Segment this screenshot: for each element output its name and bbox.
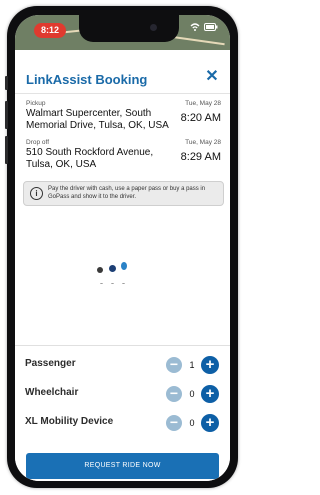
phone-volume-up [5,101,8,129]
dropoff-label: Drop off [26,139,50,146]
header-divider [15,93,230,94]
passenger-count: 1 [189,360,195,370]
dropoff-date: Tue, May 28 [185,139,221,146]
wheelchair-count: 0 [189,389,195,399]
phone-notch [79,15,179,42]
status-time: 8:12 [34,23,67,38]
wifi-icon [190,23,200,31]
camera-icon [150,24,157,31]
passenger-label: Passenger [25,358,76,369]
loading-dot-shadow [122,283,125,284]
pickup-date: Tue, May 28 [185,100,221,107]
payment-note-text: Pay the driver with cash, use a paper pa… [48,186,206,200]
pickup-time: 8:20 AM [180,112,221,124]
pickup-address: Walmart Supercenter, South Memorial Driv… [26,108,169,131]
phone-screen: 8:12 LinkAssist Booking ✕ Pickup Walmart… [15,15,230,481]
request-ride-button[interactable]: REQUEST RIDE NOW [26,453,219,479]
xl-mobility-label: XL Mobility Device [25,416,114,427]
loading-dot [121,262,127,270]
xl-mobility-row: XL Mobility Device − 0 + [15,411,230,435]
payment-note: i Pay the driver with cash, use a paper … [23,181,224,206]
wheelchair-row: Wheelchair − 0 + [15,382,230,406]
loading-dot-shadow [100,283,103,284]
xl-mobility-minus-button[interactable]: − [166,415,182,431]
xl-mobility-plus-button[interactable]: + [201,414,219,432]
dropoff-time: 8:29 AM [180,151,221,163]
dropoff-address: 510 South Rockford Avenue, Tulsa, OK, US… [26,147,154,170]
pickup-label: Pickup [26,100,46,107]
phone-volume-down [5,136,8,164]
loading-dot-shadow [111,283,114,284]
wheelchair-label: Wheelchair [25,387,79,398]
passenger-minus-button[interactable]: − [166,357,182,373]
wheelchair-minus-button[interactable]: − [166,386,182,402]
info-icon: i [30,187,43,200]
close-icon[interactable]: ✕ [203,68,221,86]
status-icons [190,23,218,31]
loading-dot [97,267,103,273]
wheelchair-plus-button[interactable]: + [201,385,219,403]
passenger-row: Passenger − 1 + [15,353,230,377]
booking-sheet: LinkAssist Booking ✕ Pickup Walmart Supe… [15,50,230,481]
xl-mobility-count: 0 [189,418,195,428]
loading-dot [109,265,116,272]
battery-icon [204,23,218,31]
page-title: LinkAssist Booking [26,72,148,87]
counters-divider [15,345,230,346]
phone-silent-switch [5,76,8,90]
passenger-plus-button[interactable]: + [201,356,219,374]
loading-dots [95,258,135,288]
